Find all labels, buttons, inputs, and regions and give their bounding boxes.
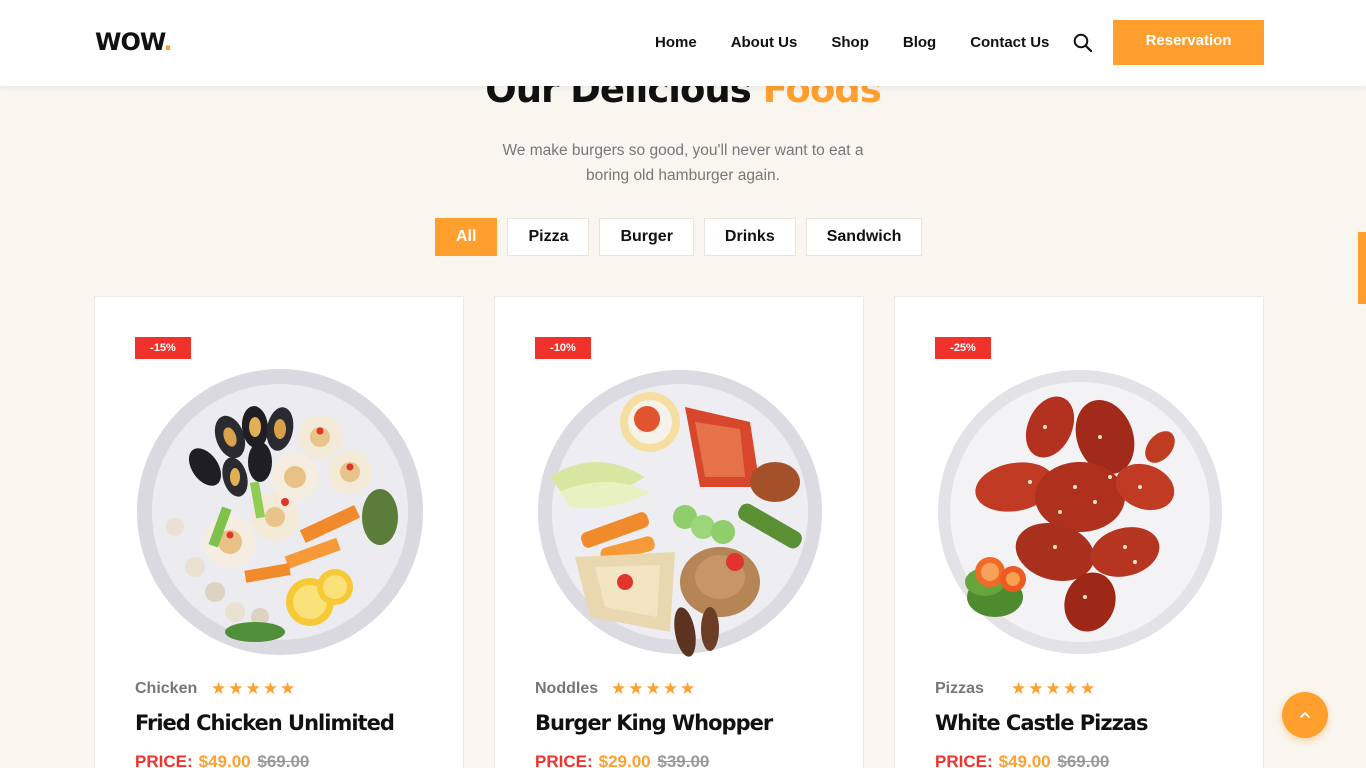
product-name[interactable]: Burger King Whopper [535, 711, 773, 735]
site-header: WOW. Home About Us Shop Blog Contact Us … [0, 0, 1366, 86]
product-card[interactable]: -25% Pizzas ★★★★★ White Castle Pizzas PR… [894, 296, 1264, 768]
price-label: PRICE: [135, 752, 193, 768]
discount-badge: -15% [135, 337, 191, 359]
product-card[interactable]: -15% Chicken ★★★★★ Fried Chicken Unlimit… [94, 296, 464, 768]
current-price: $49.00 [998, 752, 1051, 768]
filter-tab-pizza[interactable]: Pizza [507, 218, 590, 256]
main-nav: Home About Us Shop Blog Contact Us [655, 34, 1083, 51]
arrow-up-icon [1300, 712, 1310, 718]
price-row: PRICE: $49.00 $69.00 [935, 752, 1109, 768]
old-price: $69.00 [1057, 752, 1110, 768]
product-category: Chicken [135, 680, 198, 697]
product-category: Pizzas [935, 680, 984, 697]
product-category: Noddles [535, 680, 599, 697]
back-to-top-button[interactable] [1282, 692, 1328, 738]
reservation-button[interactable]: Reservation [1113, 20, 1264, 65]
price-row: PRICE: $49.00 $69.00 [135, 752, 309, 768]
filter-tab-sandwich[interactable]: Sandwich [805, 218, 923, 256]
price-label: PRICE: [535, 752, 593, 768]
product-name[interactable]: Fried Chicken Unlimited [135, 711, 395, 735]
product-name[interactable]: White Castle Pizzas [935, 711, 1148, 735]
star-rating: ★★★★★ [211, 679, 298, 698]
nav-about-us[interactable]: About Us [731, 34, 798, 51]
food-image[interactable] [135, 367, 425, 657]
filter-tab-burger[interactable]: Burger [599, 218, 694, 256]
current-price: $49.00 [198, 752, 251, 768]
star-rating: ★★★★★ [1011, 679, 1098, 698]
category-filter-tabs: All Pizza Burger Drinks Sandwich [435, 218, 932, 256]
old-price: $69.00 [257, 752, 310, 768]
logo-text: WOW [95, 28, 164, 56]
section-subtitle: We make burgers so good, you'll never wa… [502, 142, 864, 184]
food-image[interactable] [535, 367, 825, 657]
nav-shop[interactable]: Shop [831, 34, 869, 51]
star-rating: ★★★★★ [611, 679, 698, 698]
search-icon[interactable] [1073, 33, 1093, 53]
food-image[interactable] [935, 367, 1225, 657]
price-row: PRICE: $29.00 $39.00 [535, 752, 709, 768]
filter-tab-drinks[interactable]: Drinks [703, 218, 796, 256]
price-label: PRICE: [935, 752, 993, 768]
nav-home[interactable]: Home [655, 34, 697, 51]
filter-tab-all[interactable]: All [435, 218, 498, 256]
nav-blog[interactable]: Blog [903, 34, 936, 51]
current-price: $29.00 [598, 752, 651, 768]
nav-contact-us[interactable]: Contact Us [970, 34, 1049, 51]
scroll-indicator[interactable] [1358, 232, 1366, 304]
discount-badge: -10% [535, 337, 591, 359]
product-card[interactable]: -10% Noddles ★★★★★ Burger King Whopper P… [494, 296, 864, 768]
discount-badge: -25% [935, 337, 991, 359]
logo-dot: . [163, 28, 172, 56]
old-price: $39.00 [657, 752, 710, 768]
site-logo[interactable]: WOW. [95, 28, 173, 56]
